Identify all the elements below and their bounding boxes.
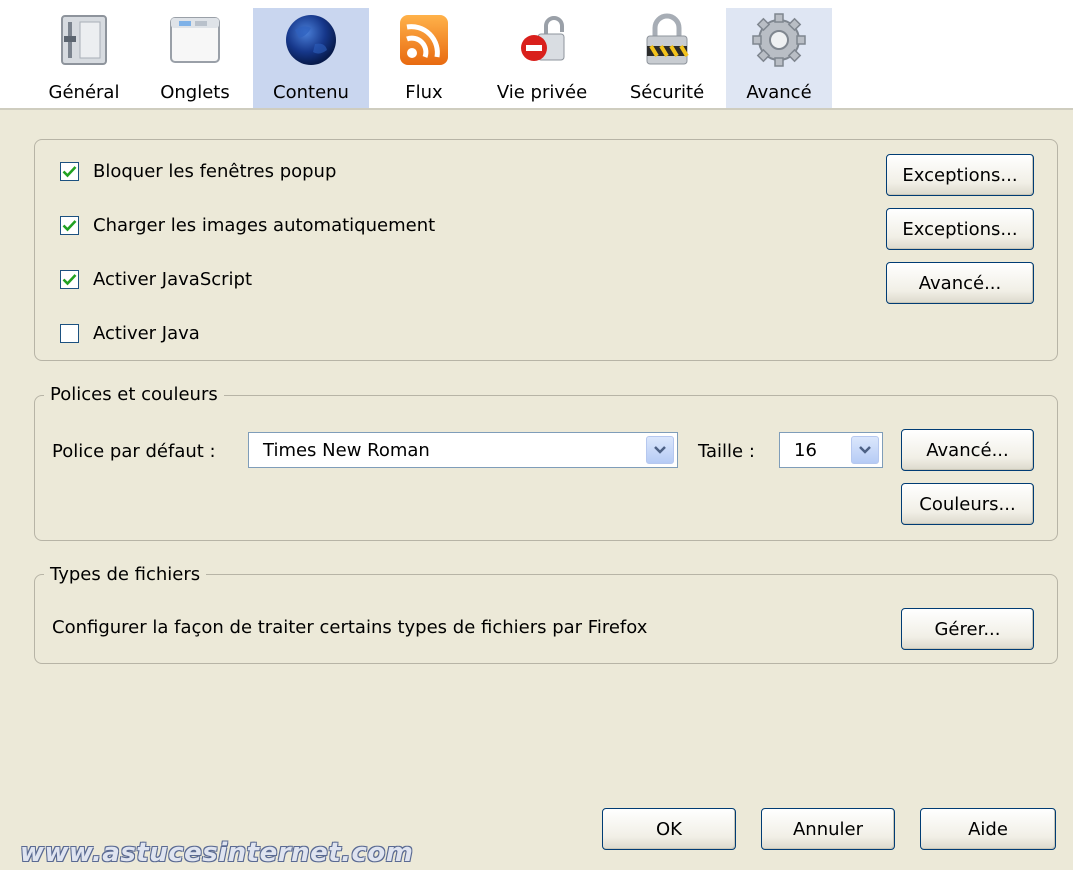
javascript-checkbox[interactable]	[60, 270, 79, 289]
ok-button[interactable]: OK	[602, 808, 736, 850]
tab-avance[interactable]: Avancé	[726, 8, 832, 108]
tab-onglets[interactable]: Onglets	[150, 8, 240, 108]
tab-vie-privee[interactable]: Vie privée	[484, 8, 600, 108]
tab-contenu[interactable]: Contenu	[253, 8, 369, 108]
default-font-label: Police par défaut :	[52, 441, 216, 462]
popup-option[interactable]: Bloquer les fenêtres popup	[60, 161, 336, 182]
java-label: Activer Java	[93, 323, 200, 344]
tab-avance-label: Avancé	[746, 82, 812, 103]
popup-checkbox[interactable]	[60, 162, 79, 181]
toolbar-separator	[0, 108, 1073, 110]
size-value: 16	[794, 439, 817, 461]
images-label: Charger les images automatiquement	[93, 215, 436, 236]
java-option[interactable]: Activer Java	[60, 323, 200, 344]
tab-contenu-label: Contenu	[273, 82, 349, 103]
rss-feed-icon	[400, 15, 448, 65]
checkmark-icon	[62, 220, 77, 232]
size-label: Taille :	[698, 441, 755, 462]
size-select[interactable]: 16	[779, 432, 883, 468]
popup-label: Bloquer les fenêtres popup	[93, 161, 337, 182]
chevron-down-icon[interactable]	[851, 436, 879, 464]
javascript-advanced-button[interactable]: Avancé...	[886, 262, 1034, 304]
tab-general[interactable]: Général	[36, 8, 132, 108]
checkmark-icon	[62, 274, 77, 286]
images-option[interactable]: Charger les images automatiquement	[60, 215, 435, 236]
tab-onglets-label: Onglets	[160, 82, 230, 103]
tab-flux[interactable]: Flux	[384, 8, 464, 108]
gear-icon	[752, 13, 806, 67]
file-types-description: Configurer la façon de traiter certains …	[52, 617, 648, 638]
site-watermark: www.astucesinternet.com	[20, 838, 414, 868]
tab-securite-label: Sécurité	[629, 82, 705, 103]
tab-general-label: Général	[48, 82, 120, 103]
general-icon	[61, 15, 107, 65]
tab-securite[interactable]: Sécurité	[618, 8, 716, 108]
chevron-down-icon[interactable]	[646, 436, 674, 464]
globe-icon	[286, 15, 336, 65]
privacy-lock-icon	[521, 16, 565, 61]
java-checkbox[interactable]	[60, 324, 79, 343]
security-padlock-icon	[646, 13, 689, 65]
javascript-option[interactable]: Activer JavaScript	[60, 269, 252, 290]
images-checkbox[interactable]	[60, 216, 79, 235]
manage-button[interactable]: Gérer...	[901, 608, 1034, 650]
tab-flux-label: Flux	[405, 82, 443, 103]
tabs-window-icon	[170, 17, 220, 63]
file-types-legend: Types de fichiers	[44, 564, 207, 585]
fonts-advanced-button[interactable]: Avancé...	[901, 429, 1034, 471]
popup-exceptions-button[interactable]: Exceptions...	[886, 154, 1034, 196]
javascript-label: Activer JavaScript	[93, 269, 253, 290]
help-button[interactable]: Aide	[920, 808, 1056, 850]
preferences-toolbar: Général Onglets Contenu Flux Vie privée …	[0, 0, 1073, 110]
checkmark-icon	[62, 166, 77, 178]
default-font-value: Times New Roman	[263, 439, 430, 461]
colors-button[interactable]: Couleurs...	[901, 483, 1034, 525]
images-exceptions-button[interactable]: Exceptions...	[886, 208, 1034, 250]
cancel-button[interactable]: Annuler	[761, 808, 895, 850]
tab-vie-privee-label: Vie privée	[496, 82, 588, 103]
default-font-select[interactable]: Times New Roman	[248, 432, 678, 468]
fonts-colors-legend: Polices et couleurs	[44, 384, 224, 405]
